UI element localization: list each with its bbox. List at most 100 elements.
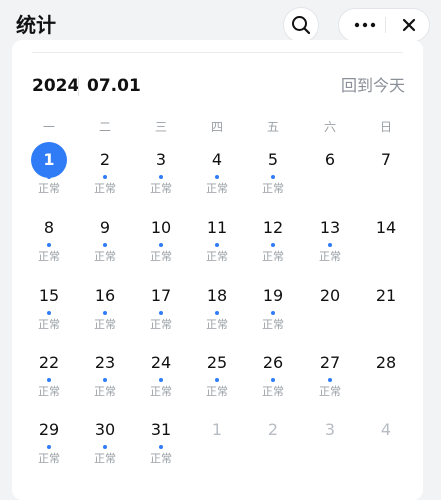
weekday-label: 一: [42, 120, 55, 134]
day-status: 正常: [94, 250, 116, 263]
day-number: 8: [43, 218, 55, 237]
day-number: 6: [324, 150, 336, 169]
search-icon: [292, 16, 311, 35]
weekday-label: 日: [379, 120, 392, 134]
day-number: 1: [31, 142, 67, 178]
day-number: 14: [375, 218, 397, 237]
day-status: 正常: [38, 385, 60, 398]
calendar-day[interactable]: 12 正常: [247, 206, 299, 270]
day-status: 正常: [150, 318, 172, 331]
year-label[interactable]: 2024: [32, 74, 79, 98]
year-month-divider: [78, 76, 79, 96]
day-status: 正常: [94, 182, 116, 195]
day-number: 11: [206, 218, 228, 237]
calendar-day[interactable]: 25 正常: [191, 341, 243, 405]
day-number: 3: [324, 420, 336, 439]
calendar-day[interactable]: 28: [360, 341, 412, 405]
attendance-dot: [47, 378, 51, 382]
day-status: 正常: [150, 250, 172, 263]
weekday-label: 五: [266, 120, 279, 134]
attendance-dot: [159, 175, 163, 179]
day-number: 9: [99, 218, 111, 237]
calendar-day[interactable]: 14: [360, 206, 412, 270]
back-to-today-button[interactable]: 回到今天: [341, 74, 405, 98]
day-number: 1: [211, 420, 223, 439]
day-status: 正常: [38, 250, 60, 263]
calendar-day[interactable]: 3 正常: [135, 138, 187, 202]
calendar-day[interactable]: 2 正常: [79, 138, 131, 202]
day-status: 正常: [319, 250, 341, 263]
day-number: 2: [267, 420, 279, 439]
weekday-label: 四: [210, 120, 223, 134]
day-number: 5: [267, 150, 279, 169]
calendar-day[interactable]: 10 正常: [135, 206, 187, 270]
calendar-day[interactable]: 4 正常: [191, 138, 243, 202]
calendar-day[interactable]: 24 正常: [135, 341, 187, 405]
weekday-label: 二: [98, 120, 111, 134]
calendar-day[interactable]: 27 正常: [304, 341, 356, 405]
day-status: 正常: [150, 385, 172, 398]
more-button[interactable]: [347, 9, 383, 41]
calendar-day[interactable]: 23 正常: [79, 341, 131, 405]
attendance-dot: [103, 243, 107, 247]
day-number: 25: [206, 353, 228, 372]
attendance-dot: [271, 378, 275, 382]
attendance-dot: [47, 311, 51, 315]
calendar-day[interactable]: 20: [304, 274, 356, 338]
day-number: 17: [150, 286, 172, 305]
calendar-day[interactable]: 6: [304, 138, 356, 202]
day-number: 15: [38, 286, 60, 305]
day-number: 31: [150, 420, 172, 439]
calendar-day[interactable]: 5 正常: [247, 138, 299, 202]
day-status: 正常: [262, 250, 284, 263]
day-status: 正常: [94, 385, 116, 398]
attendance-dot: [47, 175, 51, 179]
attendance-dot: [103, 378, 107, 382]
weekday-label: 六: [323, 120, 336, 134]
month-label[interactable]: 07.01: [87, 74, 141, 98]
calendar-day[interactable]: 19 正常: [247, 274, 299, 338]
day-number: 21: [375, 286, 397, 305]
calendar-day[interactable]: 29 正常: [23, 408, 75, 472]
day-status: 正常: [262, 385, 284, 398]
close-button[interactable]: [393, 9, 425, 41]
more-icon: [354, 22, 376, 28]
day-status: 正常: [38, 182, 60, 195]
calendar-day[interactable]: 21: [360, 274, 412, 338]
day-number: 12: [262, 218, 284, 237]
day-status: 正常: [319, 385, 341, 398]
calendar-day[interactable]: 8 正常: [23, 206, 75, 270]
attendance-dot: [328, 243, 332, 247]
calendar-day[interactable]: 17 正常: [135, 274, 187, 338]
calendar-day[interactable]: 2: [247, 408, 299, 472]
calendar-day[interactable]: 26 正常: [247, 341, 299, 405]
search-button[interactable]: [283, 7, 319, 43]
calendar-day[interactable]: 3: [304, 408, 356, 472]
calendar-day[interactable]: 4: [360, 408, 412, 472]
calendar-day[interactable]: 7: [360, 138, 412, 202]
calendar-day[interactable]: 1: [191, 408, 243, 472]
day-number: 20: [319, 286, 341, 305]
calendar-day[interactable]: 30 正常: [79, 408, 131, 472]
attendance-dot: [159, 445, 163, 449]
calendar-day[interactable]: 13 正常: [304, 206, 356, 270]
day-number: 30: [94, 420, 116, 439]
calendar-day[interactable]: 9 正常: [79, 206, 131, 270]
weekday-header: 一二三四五六日: [12, 118, 423, 136]
attendance-dot: [103, 445, 107, 449]
calendar-day[interactable]: 22 正常: [23, 341, 75, 405]
calendar-day-today[interactable]: 1 正常: [23, 138, 75, 202]
attendance-dot: [159, 311, 163, 315]
day-number: 28: [375, 353, 397, 372]
calendar-day[interactable]: 15 正常: [23, 274, 75, 338]
attendance-dot: [103, 175, 107, 179]
calendar-day[interactable]: 31 正常: [135, 408, 187, 472]
day-status: 正常: [150, 452, 172, 465]
calendar-day[interactable]: 18 正常: [191, 274, 243, 338]
attendance-dot: [271, 175, 275, 179]
calendar-day[interactable]: 16 正常: [79, 274, 131, 338]
day-status: 正常: [206, 318, 228, 331]
calendar-day[interactable]: 11 正常: [191, 206, 243, 270]
day-number: 13: [319, 218, 341, 237]
day-number: 2: [99, 150, 111, 169]
